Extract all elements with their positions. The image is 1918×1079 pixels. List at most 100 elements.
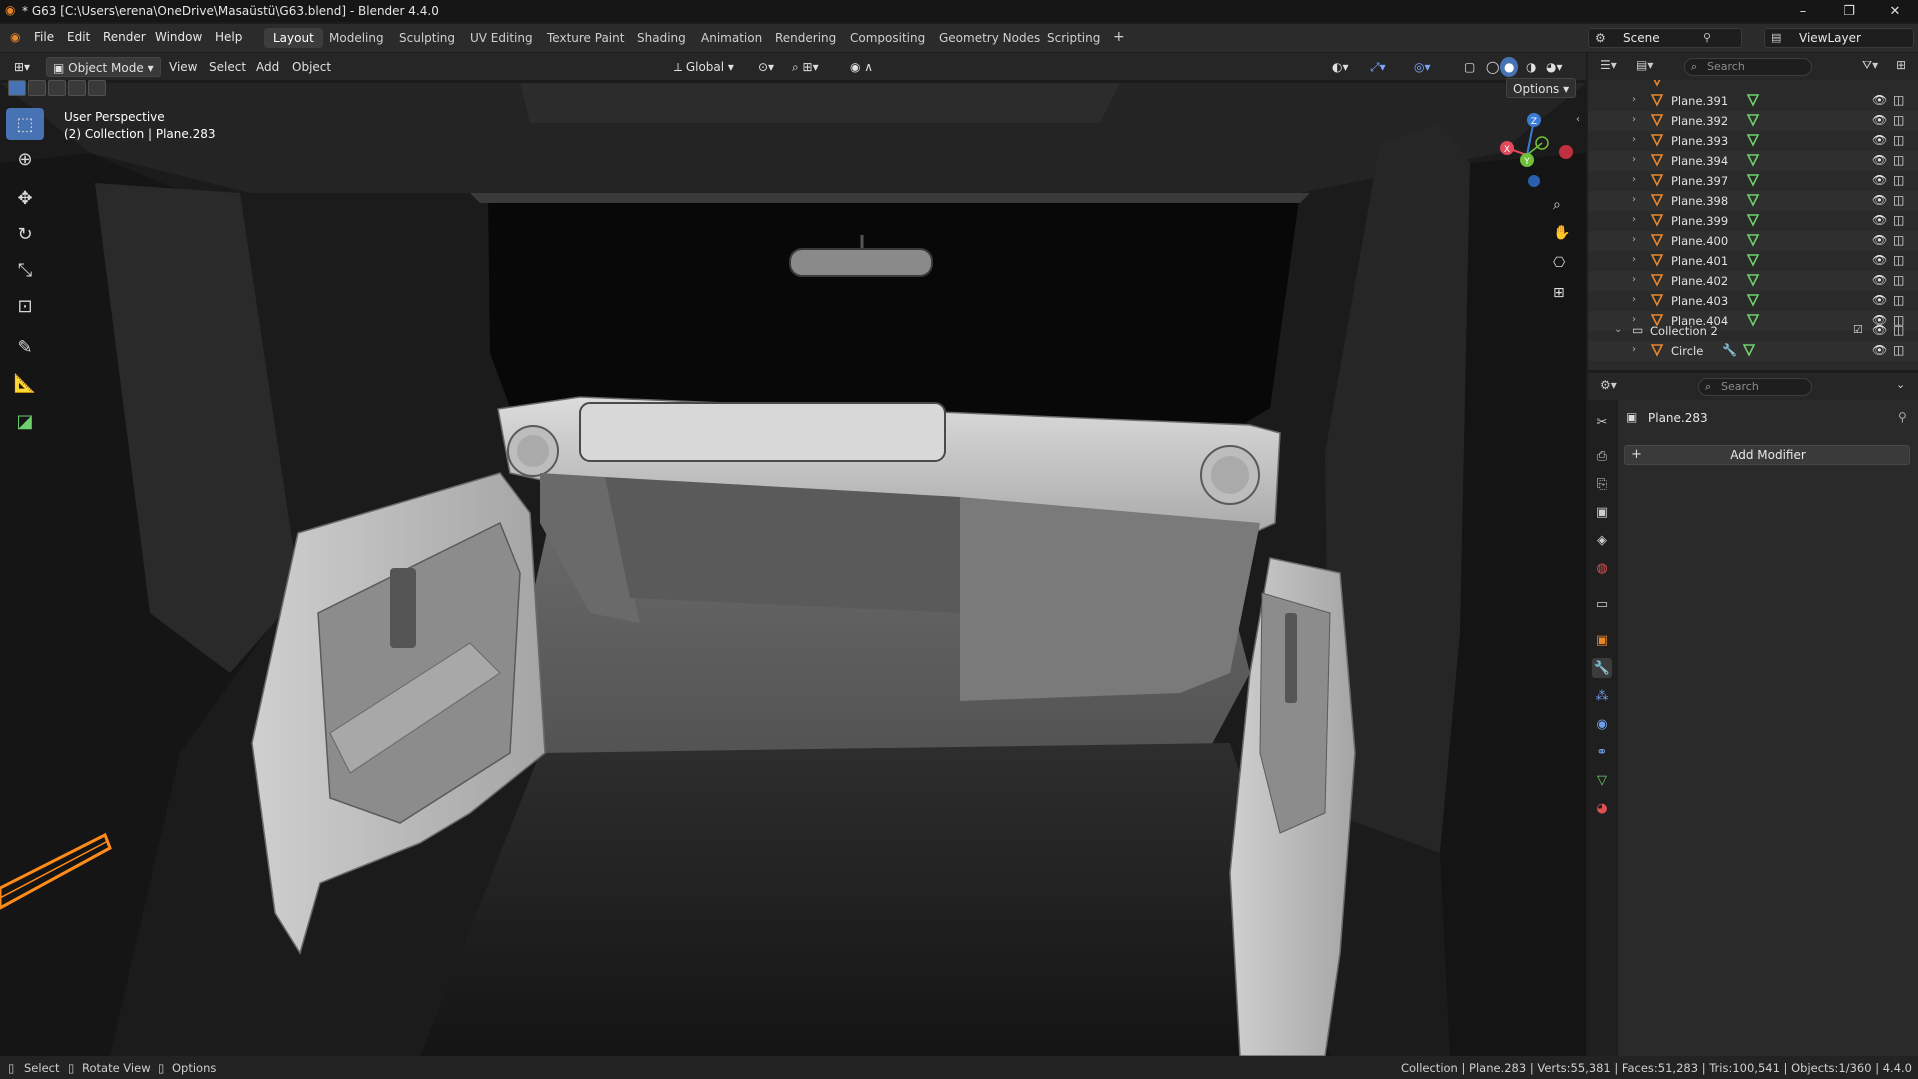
list-item[interactable] xyxy=(1588,80,1918,91)
eye-icon[interactable]: 👁 xyxy=(1872,293,1887,307)
checkbox-icon[interactable]: ☑ xyxy=(1853,323,1863,336)
menu-select[interactable]: Select xyxy=(203,57,252,77)
select-box-tool-icon[interactable]: ⬚ xyxy=(6,108,44,140)
maximize-button[interactable]: ❐ xyxy=(1826,2,1872,20)
expand-chevron-icon[interactable]: › xyxy=(1632,344,1636,355)
select-mode-new-icon[interactable] xyxy=(8,80,26,96)
xray-icon[interactable]: ▢ xyxy=(1458,57,1481,77)
add-modifier-button[interactable]: + Add Modifier xyxy=(1624,445,1910,465)
expand-chevron-icon[interactable]: › xyxy=(1632,94,1636,105)
menu-add[interactable]: Add xyxy=(250,57,285,77)
camera-icon[interactable]: ◫ xyxy=(1893,113,1904,127)
add-workspace-button[interactable]: + xyxy=(1104,28,1134,48)
outliner-item[interactable]: › Plane.392 👁 ◫ xyxy=(1588,111,1918,131)
tab-texture-paint[interactable]: Texture Paint xyxy=(538,28,633,48)
select-mode-invert-icon[interactable] xyxy=(68,80,86,96)
options-dropdown[interactable]: Options ▾ xyxy=(1506,78,1577,98)
collapse-chevron-icon[interactable]: ⌄ xyxy=(1614,324,1622,335)
tool-tab-icon[interactable]: ✂ xyxy=(1592,412,1612,432)
eye-icon[interactable]: 👁 xyxy=(1872,233,1887,247)
snap-icon[interactable]: ⌕ ⊞▾ xyxy=(786,57,825,77)
expand-chevron-icon[interactable]: › xyxy=(1632,194,1636,205)
ortho-grid-icon[interactable]: ⊞ xyxy=(1553,285,1565,301)
eye-icon[interactable]: 👁 xyxy=(1872,253,1887,267)
camera-icon[interactable]: ◫ xyxy=(1893,323,1904,337)
transform-tool-icon[interactable]: ⊡ xyxy=(6,290,44,322)
editor-type-icon[interactable]: ⊞▾ xyxy=(8,57,36,77)
menu-file[interactable]: File xyxy=(34,30,54,44)
3d-viewport[interactable] xyxy=(0,53,1586,1056)
tab-scripting[interactable]: Scripting xyxy=(1038,28,1109,48)
eye-icon[interactable]: 👁 xyxy=(1872,93,1887,107)
outliner[interactable]: › Plane.391 👁 ◫ › Plane.392 👁 ◫ › Plane.393 👁 ◫ › Pla… xyxy=(1588,80,1918,370)
tab-animation[interactable]: Animation xyxy=(692,28,771,48)
rendered-shading-icon[interactable]: ◕▾ xyxy=(1540,57,1569,77)
proportional-edit-icon[interactable]: ◉ ∧ xyxy=(844,57,879,77)
expand-chevron-icon[interactable]: › xyxy=(1632,234,1636,245)
eye-icon[interactable]: 👁 xyxy=(1872,113,1887,127)
expand-chevron-icon[interactable]: › xyxy=(1632,174,1636,185)
camera-icon[interactable]: ◫ xyxy=(1893,273,1904,287)
outliner-item[interactable]: › Plane.401 👁 ◫ xyxy=(1588,251,1918,271)
scene-tab-icon[interactable]: ◈ xyxy=(1592,530,1612,550)
annotate-tool-icon[interactable]: ✎ xyxy=(6,331,44,363)
data-tab-icon[interactable]: ▽ xyxy=(1592,770,1612,790)
minimize-button[interactable]: – xyxy=(1780,2,1826,20)
expand-chevron-icon[interactable]: › xyxy=(1632,294,1636,305)
pivot-icon[interactable]: ⊙▾ xyxy=(752,57,780,77)
render-tab-icon[interactable]: ⎙ xyxy=(1592,446,1612,466)
camera-icon[interactable]: ◫ xyxy=(1893,253,1904,267)
eye-icon[interactable]: 👁 xyxy=(1872,343,1887,357)
tab-geometry-nodes[interactable]: Geometry Nodes xyxy=(930,28,1049,48)
menu-window[interactable]: Window xyxy=(155,30,202,44)
eye-icon[interactable]: 👁 xyxy=(1872,133,1887,147)
outliner-item[interactable]: › Plane.398 👁 ◫ xyxy=(1588,191,1918,211)
expand-chevron-icon[interactable]: › xyxy=(1632,274,1636,285)
camera-icon[interactable]: ◫ xyxy=(1893,93,1904,107)
move-tool-icon[interactable]: ✥ xyxy=(6,182,44,214)
tab-sculpting[interactable]: Sculpting xyxy=(390,28,464,48)
close-button[interactable]: ✕ xyxy=(1872,2,1918,20)
pin-icon[interactable]: ⚲ xyxy=(1703,31,1711,44)
cursor-tool-icon[interactable]: ⊕ xyxy=(6,143,44,175)
display-mode-icon[interactable]: ▤▾ xyxy=(1636,58,1653,72)
tab-rendering[interactable]: Rendering xyxy=(766,28,845,48)
camera-icon[interactable]: ◫ xyxy=(1893,343,1904,357)
constraints-tab-icon[interactable]: ⚭ xyxy=(1592,742,1612,762)
collection-tab-icon[interactable]: ▭ xyxy=(1592,594,1612,614)
solid-shading-icon[interactable]: ● xyxy=(1500,57,1519,77)
select-mode-extend-icon[interactable] xyxy=(28,80,46,96)
camera-icon[interactable]: ◫ xyxy=(1893,193,1904,207)
outliner-search-input[interactable]: ⌕ Search xyxy=(1684,58,1812,76)
camera-icon[interactable]: ◫ xyxy=(1893,213,1904,227)
object-tab-icon[interactable]: ▣ xyxy=(1592,630,1612,650)
scale-tool-icon[interactable]: ⤡ xyxy=(6,254,44,286)
eye-icon[interactable]: 👁 xyxy=(1872,173,1887,187)
visibility-icon[interactable]: ◐▾ xyxy=(1326,57,1355,77)
gizmo-toggle-icon[interactable]: ⤢▾ xyxy=(1364,57,1392,77)
tab-compositing[interactable]: Compositing xyxy=(841,28,934,48)
eye-icon[interactable]: 👁 xyxy=(1872,193,1887,207)
outliner-item[interactable]: › Plane.391 👁 ◫ xyxy=(1588,91,1918,111)
properties-editor-icon[interactable]: ⚙▾ xyxy=(1600,378,1617,392)
expand-chevron-icon[interactable]: › xyxy=(1632,254,1636,265)
expand-chevron-icon[interactable]: › xyxy=(1632,154,1636,165)
collection-2-row[interactable]: ⌄ ▭ Collection 2 ☑ 👁 ◫ xyxy=(1588,321,1918,341)
modifier-tab-icon[interactable]: 🔧 xyxy=(1592,658,1612,678)
camera-icon[interactable]: ◫ xyxy=(1893,153,1904,167)
outliner-item[interactable]: › Plane.399 👁 ◫ xyxy=(1588,211,1918,231)
outliner-item[interactable]: › Plane.393 👁 ◫ xyxy=(1588,131,1918,151)
overlay-toggle-icon[interactable]: ◎▾ xyxy=(1408,57,1437,77)
outliner-item[interactable]: › Plane.394 👁 ◫ xyxy=(1588,151,1918,171)
scene-selector[interactable]: ⚙ Scene ⚲ xyxy=(1588,28,1742,48)
camera-view-icon[interactable]: ⎔ xyxy=(1553,255,1565,271)
properties-search-input[interactable]: ⌕ Search xyxy=(1698,378,1812,396)
filter-icon[interactable]: ⛛▾ xyxy=(1862,58,1878,73)
expand-chevron-icon[interactable]: › xyxy=(1632,114,1636,125)
expand-chevron-icon[interactable]: › xyxy=(1632,214,1636,225)
pan-hand-icon[interactable]: ✋ xyxy=(1553,225,1570,241)
menu-object[interactable]: Object xyxy=(286,57,337,77)
orientation-dropdown[interactable]: ⟂ Global ▾ xyxy=(668,57,740,77)
blender-menu-icon[interactable]: ◉ xyxy=(10,30,20,44)
camera-icon[interactable]: ◫ xyxy=(1893,293,1904,307)
